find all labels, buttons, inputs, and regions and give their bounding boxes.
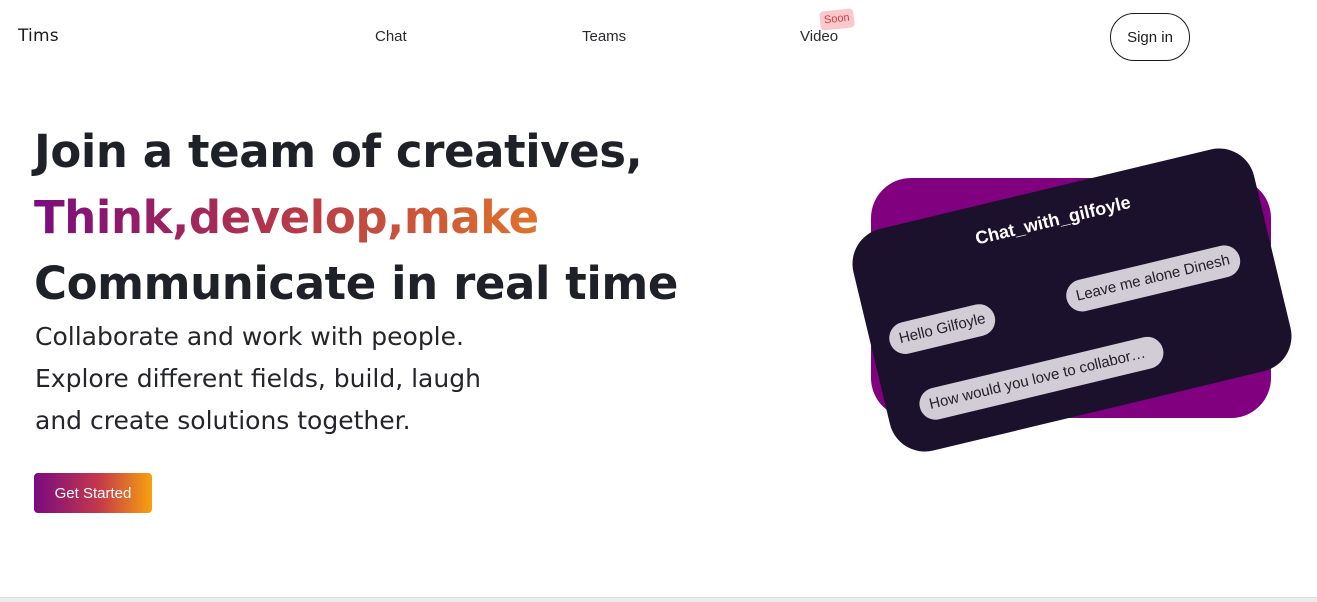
nav-video-link[interactable]: Video bbox=[800, 28, 838, 45]
logo[interactable]: Tims bbox=[18, 26, 59, 46]
nav-teams-link[interactable]: Teams bbox=[582, 28, 626, 45]
landing-page: Tims Chat Teams Video Soon Sign in Join … bbox=[0, 0, 1317, 602]
hero-gradient-tagline: Think,develop,make bbox=[34, 191, 539, 244]
get-started-button[interactable]: Get Started bbox=[34, 473, 152, 513]
hero-headline: Join a team of creatives, bbox=[34, 125, 643, 178]
chat-bubble: Hello Gilfoyle bbox=[885, 300, 999, 358]
bottom-divider bbox=[0, 597, 1317, 602]
chat-bubble: Leave me alone Dinesh bbox=[1062, 242, 1244, 315]
hero-description-line-1: Collaborate and work with people. bbox=[35, 322, 464, 351]
soon-badge: Soon bbox=[819, 8, 855, 31]
hero-subheadline: Communicate in real time bbox=[34, 257, 678, 310]
sign-in-button[interactable]: Sign in bbox=[1110, 13, 1190, 61]
nav-chat-link[interactable]: Chat bbox=[375, 28, 407, 45]
hero-description-line-3: and create solutions together. bbox=[35, 406, 411, 435]
hero-description-line-2: Explore different fields, build, laugh bbox=[35, 364, 481, 393]
